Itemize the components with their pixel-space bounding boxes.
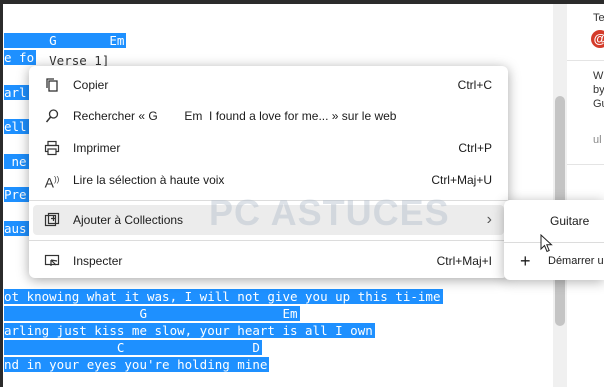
- menu-item-search-web[interactable]: Rechercher « G Em I found a love for me.…: [33, 101, 504, 131]
- search-icon: [43, 108, 61, 124]
- inspect-icon: [43, 253, 61, 269]
- lyric-line: ot knowing what it was, I will not give …: [4, 288, 443, 305]
- watermark: PC ASTUCES: [209, 192, 450, 233]
- lyric-line: arl: [4, 84, 29, 101]
- submenu-divider: [504, 242, 604, 243]
- lyric-line-text: ne: [4, 154, 29, 169]
- browser-content: Verse 1] G Em e fo arl ell ne Pre aus ot knowi…: [0, 0, 604, 387]
- chevron-right-icon: ›: [486, 211, 492, 228]
- menu-item-shortcut: Ctrl+C: [457, 78, 492, 92]
- menu-item-label: Rechercher « G Em I found a love for me.…: [73, 109, 397, 123]
- lyric-line: C D: [4, 339, 262, 356]
- menu-item-shortcut: Ctrl+P: [458, 141, 492, 155]
- lyric-line: nd in your eyes you're holding mine: [4, 356, 270, 373]
- sidebar-text-5: ul: [593, 134, 602, 146]
- menu-item-label: Imprimer: [73, 141, 121, 155]
- lyric-line-text: nd in your eyes you're holding mine: [4, 357, 270, 372]
- printer-icon: [43, 140, 61, 156]
- context-menu: Copier Ctrl+C Rechercher « G Em I found …: [29, 66, 508, 278]
- lyric-line-text: arling just kiss me slow, your heart is …: [4, 323, 375, 338]
- submenu-item-guitare[interactable]: Guitare: [508, 206, 604, 236]
- menu-item-inspect[interactable]: Inspecter Ctrl+Maj+I: [33, 246, 504, 276]
- menu-item-shortcut: Ctrl+Maj+I: [436, 254, 492, 268]
- menu-item-label: Lire la sélection à haute voix: [73, 173, 225, 187]
- vertical-scrollbar[interactable]: [553, 4, 567, 387]
- lyric-line-text: Pre: [4, 187, 29, 202]
- lyric-line: ne: [4, 153, 29, 170]
- copy-icon: [43, 77, 61, 93]
- collections-submenu: Guitare + Démarrer u: [504, 200, 604, 280]
- read-aloud-icon: A)): [44, 174, 60, 191]
- lyric-line-text: arl: [4, 85, 29, 100]
- sidebar-text-2[interactable]: W: [593, 70, 603, 82]
- menu-item-copy[interactable]: Copier Ctrl+C: [33, 70, 504, 100]
- lyric-line-text: G Em: [4, 306, 300, 321]
- site-logo-icon[interactable]: @: [591, 30, 604, 48]
- lyric-line-text: ot knowing what it was, I will not give …: [4, 289, 443, 304]
- sidebar-divider: [567, 60, 604, 61]
- collections-icon: [43, 212, 61, 228]
- sidebar-text-3: by: [593, 84, 604, 96]
- submenu-item-label: Démarrer u: [548, 255, 604, 267]
- menu-item-label: Inspecter: [73, 254, 123, 268]
- lyric-line: aus: [4, 220, 29, 237]
- lyric-line: Pre: [4, 186, 29, 203]
- lyric-line: G Em: [4, 32, 127, 49]
- lyric-line: ell: [4, 118, 29, 135]
- lyric-line: G Em: [4, 305, 300, 322]
- lyric-line-text: G Em: [4, 33, 127, 48]
- lyric-line-text: ell: [4, 119, 29, 134]
- submenu-item-new-collection[interactable]: + Démarrer u: [508, 246, 604, 276]
- menu-divider: [29, 240, 508, 241]
- menu-item-print[interactable]: Imprimer Ctrl+P: [33, 133, 504, 163]
- sidebar-text-4: Gu: [593, 98, 604, 110]
- submenu-item-label: Guitare: [550, 214, 590, 228]
- right-sidebar: Te @ W by Gu ul: [567, 4, 604, 387]
- menu-item-shortcut: Ctrl+Maj+U: [431, 173, 492, 187]
- lyric-line-text: aus: [4, 221, 29, 236]
- plus-icon: +: [520, 251, 531, 271]
- window-frame-top: [0, 0, 604, 4]
- lyric-line: e fo: [4, 49, 37, 66]
- lyric-line-text: e fo: [4, 50, 37, 65]
- sidebar-text-1: Te: [593, 12, 604, 24]
- lyric-line-text: C D: [4, 340, 262, 355]
- menu-item-label: Ajouter à Collections: [73, 213, 184, 227]
- menu-item-label: Copier: [73, 78, 109, 92]
- menu-item-read-aloud[interactable]: A)) Lire la sélection à haute voix Ctrl+…: [33, 165, 504, 195]
- sidebar-divider: [567, 164, 604, 165]
- lyric-line: arling just kiss me slow, your heart is …: [4, 322, 375, 339]
- mouse-cursor-icon: [540, 233, 554, 258]
